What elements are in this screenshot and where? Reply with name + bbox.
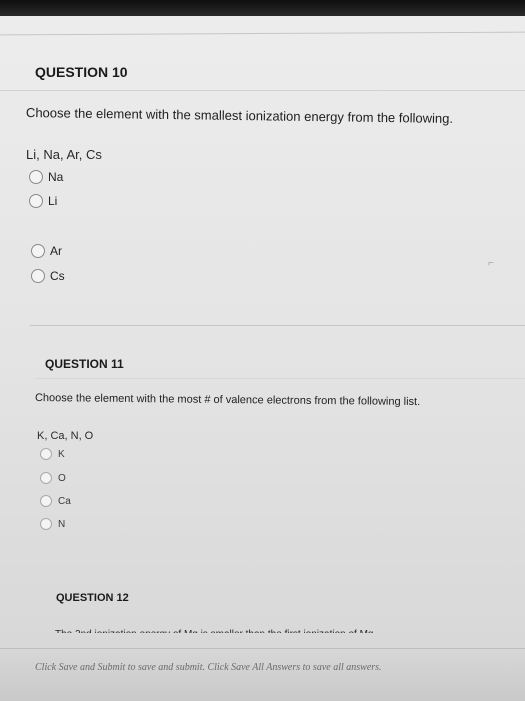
option-ar[interactable]: Ar <box>31 244 62 258</box>
option-ca-label: Ca <box>58 495 71 507</box>
question-11-title: QUESTION 11 <box>45 357 124 371</box>
submit-footer: Click Save and Submit to save and submit… <box>0 648 525 701</box>
question-11-prompt: Choose the element with the most # of va… <box>34 392 421 409</box>
option-ca[interactable]: Ca <box>40 495 71 507</box>
question-10-prompt: Choose the element with the smallest ion… <box>25 105 454 126</box>
question-10-divider <box>0 90 525 91</box>
radio-na[interactable] <box>29 170 43 184</box>
radio-ca[interactable] <box>40 495 52 507</box>
option-na[interactable]: Na <box>29 170 63 184</box>
option-n-label: N <box>58 518 66 530</box>
option-o[interactable]: O <box>40 472 66 484</box>
option-k[interactable]: K <box>40 448 65 460</box>
option-na-label: Na <box>48 170 64 184</box>
option-li-label: Li <box>48 194 58 208</box>
quiz-page: QUESTION 10 Choose the element with the … <box>0 0 525 701</box>
option-o-label: O <box>58 472 66 484</box>
radio-k[interactable] <box>40 448 52 460</box>
question-11-divider <box>35 378 525 379</box>
option-li[interactable]: Li <box>29 194 57 208</box>
mouse-cursor-icon: ⌐ <box>488 258 494 269</box>
radio-o[interactable] <box>40 472 52 484</box>
radio-cs[interactable] <box>31 269 45 283</box>
question-11-element-list: K, Ca, N, O <box>37 430 94 442</box>
question-12-prompt-partial: The 2nd ionization energy of Mg is small… <box>55 627 374 633</box>
question-10-element-list: Li, Na, Ar, Cs <box>26 147 102 162</box>
radio-ar[interactable] <box>31 244 45 258</box>
divider-between-questions <box>30 325 525 326</box>
question-10-title: QUESTION 10 <box>35 64 128 80</box>
option-cs[interactable]: Cs <box>31 269 65 283</box>
browser-top-strip <box>0 0 525 16</box>
radio-n[interactable] <box>40 518 52 530</box>
divider-top <box>0 31 525 36</box>
question-12-title: QUESTION 12 <box>56 592 129 604</box>
radio-li[interactable] <box>29 194 43 208</box>
option-n[interactable]: N <box>40 518 65 530</box>
option-ar-label: Ar <box>50 244 62 258</box>
option-cs-label: Cs <box>50 269 65 283</box>
footer-instructions: Click Save and Submit to save and submit… <box>35 662 382 673</box>
option-k-label: K <box>58 448 65 460</box>
